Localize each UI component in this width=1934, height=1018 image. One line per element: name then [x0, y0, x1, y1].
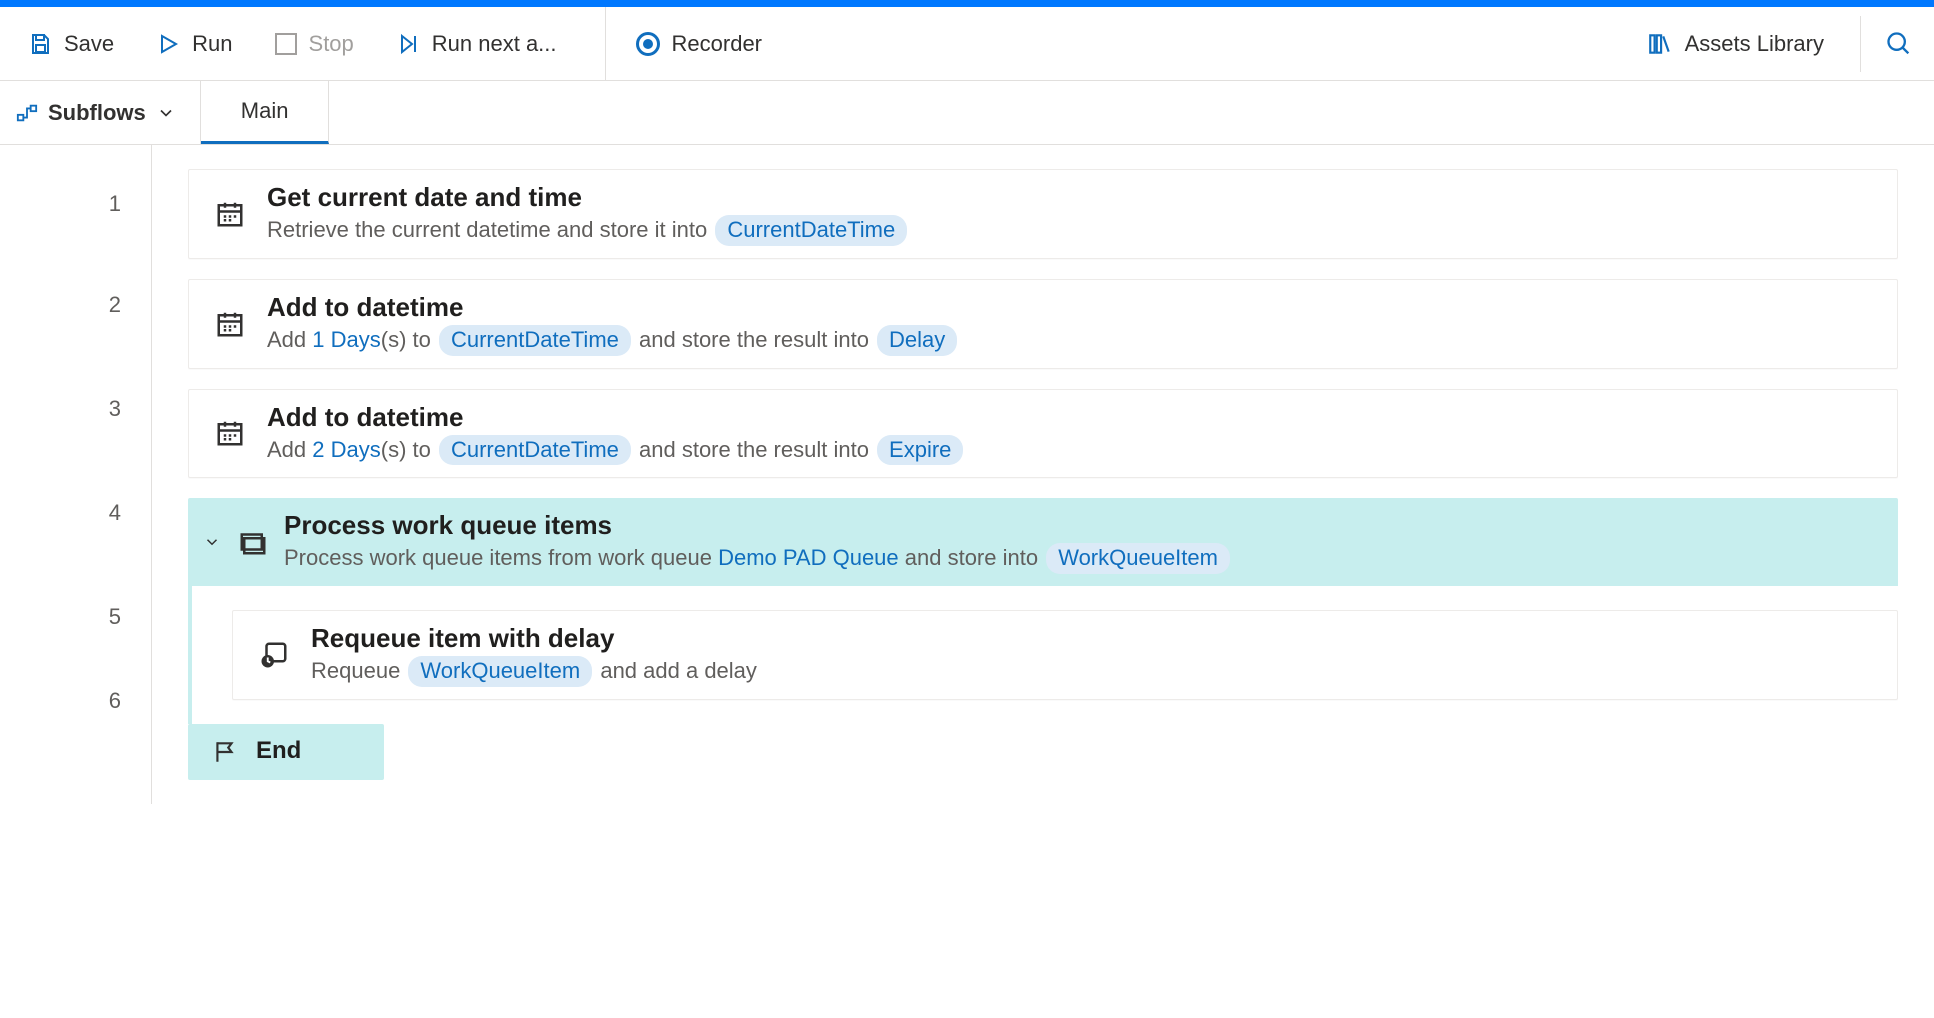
line-number: 6	[109, 669, 151, 733]
step-title: End	[256, 737, 301, 765]
run-button[interactable]: Run	[138, 17, 250, 71]
library-icon	[1647, 31, 1673, 57]
chevron-down-icon	[156, 103, 176, 123]
step-get-current-datetime[interactable]: Get current date and time Retrieve the c…	[188, 169, 1898, 259]
toolbar: Save Run Stop Run next a... Recorder As	[0, 7, 1934, 81]
step-description: Process work queue items from work queue…	[284, 543, 1886, 574]
step-icon	[396, 32, 420, 56]
save-icon	[28, 32, 52, 56]
step-title: Add to datetime	[267, 402, 1873, 433]
step-content: Add to datetime Add 2 Days(s) to Current…	[267, 402, 1873, 466]
variable-pill[interactable]: Expire	[877, 435, 963, 466]
run-next-button[interactable]: Run next a...	[378, 17, 575, 71]
recorder-label: Recorder	[672, 31, 762, 57]
assets-library-label: Assets Library	[1685, 31, 1824, 57]
step-description: Retrieve the current datetime and store …	[267, 215, 1873, 246]
calendar-icon	[213, 307, 247, 341]
line-number: 4	[109, 461, 151, 565]
step-add-to-datetime[interactable]: Add to datetime Add 2 Days(s) to Current…	[188, 389, 1898, 479]
stop-icon	[275, 33, 297, 55]
steps-list: Get current date and time Retrieve the c…	[152, 145, 1934, 804]
stop-button: Stop	[257, 17, 372, 71]
line-number: 1	[109, 145, 151, 253]
amount-value: 1 Days	[312, 327, 380, 352]
queue-name: Demo PAD Queue	[718, 545, 899, 570]
window-top-bar	[0, 0, 1934, 7]
calendar-icon	[213, 197, 247, 231]
play-icon	[156, 32, 180, 56]
save-label: Save	[64, 31, 114, 57]
step-title: Get current date and time	[267, 182, 1873, 213]
subflow-bar: Subflows Main	[0, 81, 1934, 145]
flow-canvas: 1 2 3 4 5 6 Get current date and time Re…	[0, 145, 1934, 804]
save-button[interactable]: Save	[10, 17, 132, 71]
step-title: Add to datetime	[267, 292, 1873, 323]
variable-pill[interactable]: CurrentDateTime	[439, 435, 631, 466]
queue-icon	[236, 525, 270, 559]
step-description: Add 2 Days(s) to CurrentDateTime and sto…	[267, 435, 1873, 466]
step-add-to-datetime[interactable]: Add to datetime Add 1 Days(s) to Current…	[188, 279, 1898, 369]
step-content: Requeue item with delay Requeue WorkQueu…	[311, 623, 1873, 687]
toolbar-right-group: Assets Library	[1629, 16, 1924, 72]
toolbar-left-group: Save Run Stop Run next a...	[10, 7, 606, 80]
run-label: Run	[192, 31, 232, 57]
tab-main[interactable]: Main	[201, 81, 330, 144]
recorder-icon	[636, 32, 660, 56]
step-process-work-queue-items[interactable]: Process work queue items Process work qu…	[188, 498, 1898, 586]
line-number-gutter: 1 2 3 4 5 6	[0, 145, 152, 804]
variable-pill[interactable]: CurrentDateTime	[715, 215, 907, 246]
process-block: Process work queue items Process work qu…	[188, 498, 1898, 780]
search-button[interactable]	[1860, 16, 1916, 72]
flag-icon	[208, 735, 242, 769]
step-content: Get current date and time Retrieve the c…	[267, 182, 1873, 246]
step-description: Add 1 Days(s) to CurrentDateTime and sto…	[267, 325, 1873, 356]
variable-pill[interactable]: CurrentDateTime	[439, 325, 631, 356]
subflows-dropdown[interactable]: Subflows	[0, 81, 201, 144]
step-end[interactable]: End	[188, 724, 384, 780]
run-next-label: Run next a...	[432, 31, 557, 57]
flow-icon	[16, 102, 38, 124]
line-number: 2	[109, 253, 151, 357]
chevron-down-icon[interactable]	[202, 532, 222, 552]
step-content: Process work queue items Process work qu…	[284, 510, 1886, 574]
calendar-icon	[213, 416, 247, 450]
amount-value: 2 Days	[312, 437, 380, 462]
variable-pill[interactable]: Delay	[877, 325, 957, 356]
step-requeue-item[interactable]: Requeue item with delay Requeue WorkQueu…	[232, 610, 1898, 700]
stop-label: Stop	[309, 31, 354, 57]
tab-label: Main	[241, 98, 289, 124]
subflows-label: Subflows	[48, 100, 146, 126]
search-icon	[1885, 30, 1913, 58]
requeue-icon	[257, 638, 291, 672]
assets-library-button[interactable]: Assets Library	[1629, 17, 1842, 71]
step-title: Requeue item with delay	[311, 623, 1873, 654]
line-number: 5	[109, 565, 151, 669]
variable-pill[interactable]: WorkQueueItem	[408, 656, 592, 687]
recorder-button[interactable]: Recorder	[606, 31, 792, 57]
step-title: Process work queue items	[284, 510, 1886, 541]
line-number: 3	[109, 357, 151, 461]
step-content: Add to datetime Add 1 Days(s) to Current…	[267, 292, 1873, 356]
block-body: Requeue item with delay Requeue WorkQueu…	[188, 586, 1898, 724]
variable-pill[interactable]: WorkQueueItem	[1046, 543, 1230, 574]
step-description: Requeue WorkQueueItem and add a delay	[311, 656, 1873, 687]
